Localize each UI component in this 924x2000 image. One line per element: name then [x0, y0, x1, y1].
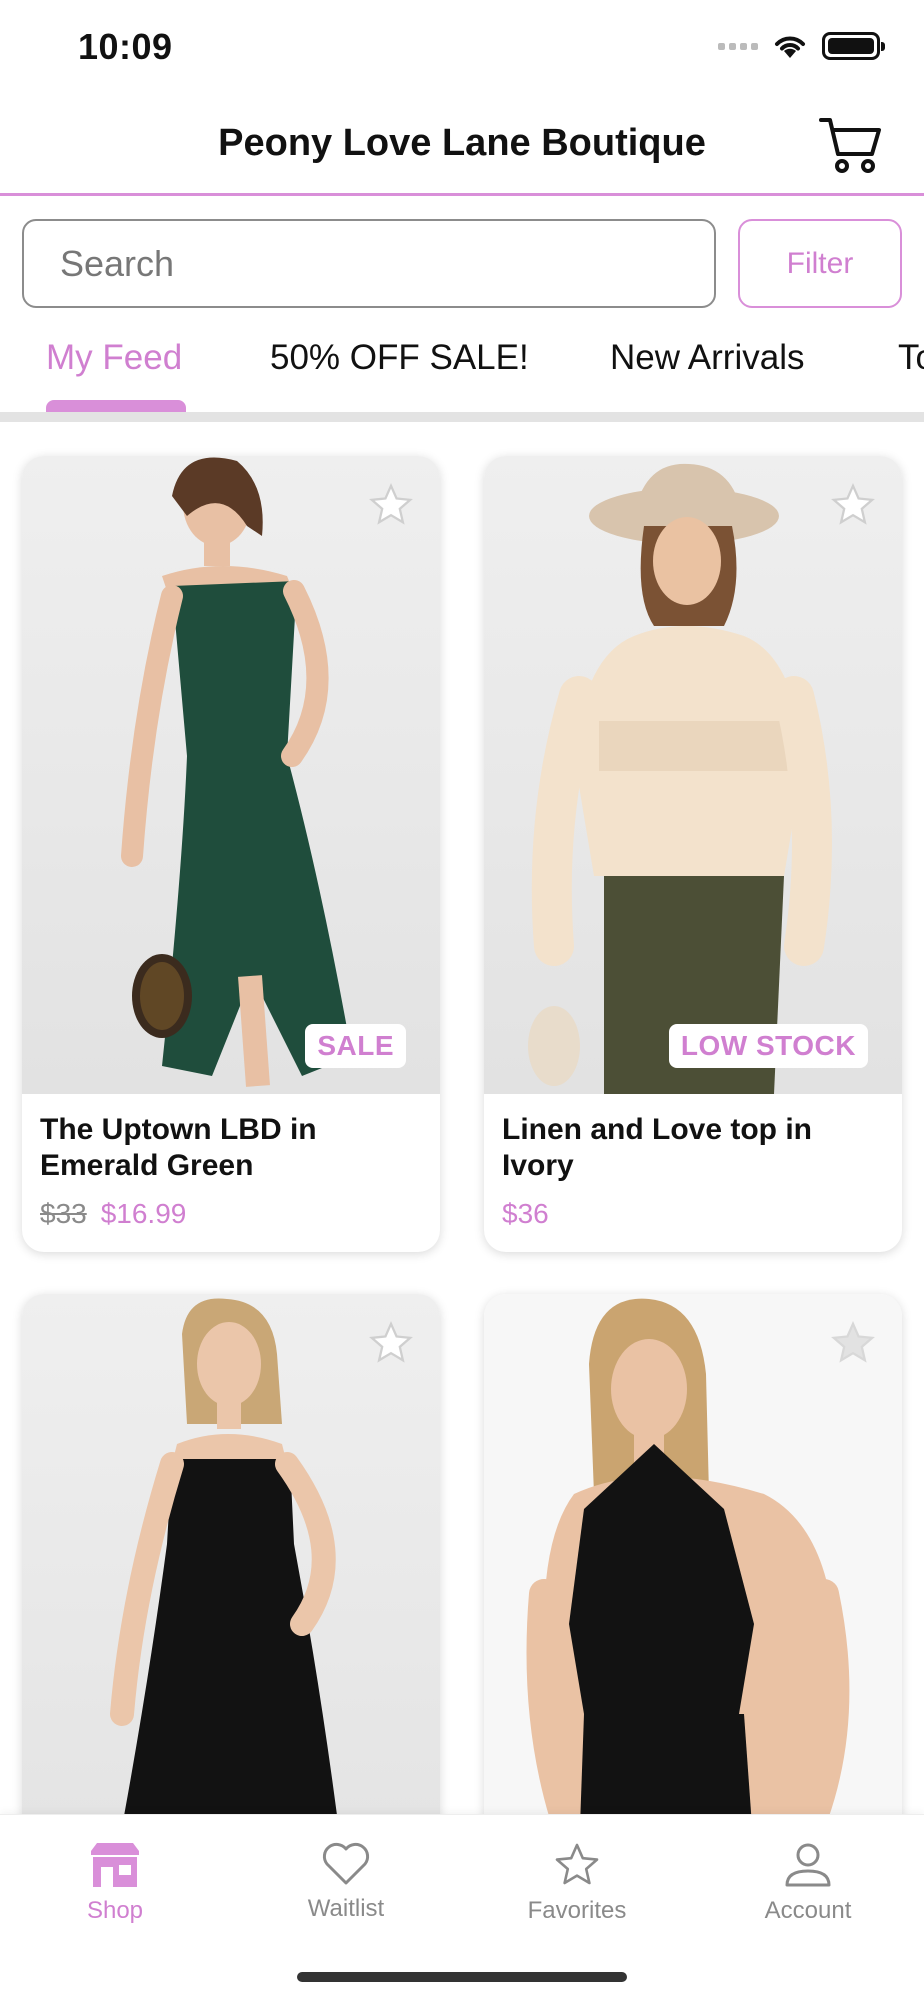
app-header: Peony Love Lane Boutique: [0, 100, 924, 196]
tab-new-arrivals[interactable]: New Arrivals: [610, 338, 804, 378]
nav-label: Favorites: [527, 1897, 627, 1924]
page-title: Peony Love Lane Boutique: [218, 122, 706, 164]
tab-partial[interactable]: To: [898, 338, 924, 378]
favorite-star-icon[interactable]: [368, 482, 414, 528]
nav-waitlist[interactable]: Waitlist: [256, 1841, 436, 1923]
status-time: 10:09: [78, 26, 173, 67]
nav-label: Shop: [86, 1897, 144, 1924]
tab-my-feed[interactable]: My Feed: [46, 338, 182, 378]
favorite-star-icon[interactable]: [830, 482, 876, 528]
original-price: $33: [40, 1198, 87, 1229]
signal-icon: [718, 42, 758, 50]
heart-icon: [322, 1842, 370, 1885]
price-row: $36: [502, 1198, 884, 1230]
status-icons: [718, 32, 885, 60]
product-image[interactable]: LOW STOCK: [484, 456, 902, 1094]
nav-label: Account: [764, 1897, 852, 1924]
model-figure-image: [528, 463, 832, 1094]
status-bar: 10:09: [0, 0, 924, 100]
battery-icon: [822, 32, 885, 60]
nav-favorites[interactable]: Favorites: [487, 1841, 667, 1925]
category-tabs: My Feed 50% OFF SALE! New Arrivals To: [0, 320, 924, 420]
favorite-star-icon[interactable]: [830, 1320, 876, 1366]
star-icon: [555, 1843, 599, 1885]
product-card[interactable]: LOW STOCK Linen and Love top in Ivory $3…: [484, 456, 902, 1252]
bottom-nav: Shop Waitlist Favorites Account: [0, 1814, 924, 2000]
tab-sale[interactable]: 50% OFF SALE!: [270, 338, 529, 378]
cart-icon[interactable]: [818, 114, 884, 176]
tabs-divider: [0, 412, 924, 422]
low-stock-badge: LOW STOCK: [668, 1024, 868, 1068]
home-indicator: [297, 1972, 627, 1982]
price-row: $33 $16.99: [40, 1198, 422, 1230]
search-placeholder: Search: [60, 242, 175, 284]
product-title[interactable]: The Uptown LBD in Emerald Green: [40, 1112, 422, 1184]
nav-account[interactable]: Account: [718, 1841, 898, 1925]
account-icon: [785, 1843, 831, 1887]
model-figure-image: [121, 457, 352, 1087]
product-card[interactable]: SALE The Uptown LBD in Emerald Green $33…: [22, 456, 440, 1252]
nav-label: Waitlist: [307, 1895, 385, 1922]
product-image[interactable]: SALE: [22, 456, 440, 1094]
sale-badge: SALE: [305, 1024, 406, 1068]
product-title[interactable]: Linen and Love top in Ivory: [502, 1112, 884, 1184]
favorite-star-icon[interactable]: [368, 1320, 414, 1366]
wifi-icon: [775, 36, 805, 58]
filter-button[interactable]: Filter: [738, 219, 902, 308]
shop-icon: [91, 1843, 139, 1887]
nav-shop[interactable]: Shop: [25, 1841, 205, 1925]
product-price: $36: [502, 1198, 549, 1229]
sale-price: $16.99: [100, 1198, 187, 1229]
search-input[interactable]: Search: [22, 219, 716, 308]
